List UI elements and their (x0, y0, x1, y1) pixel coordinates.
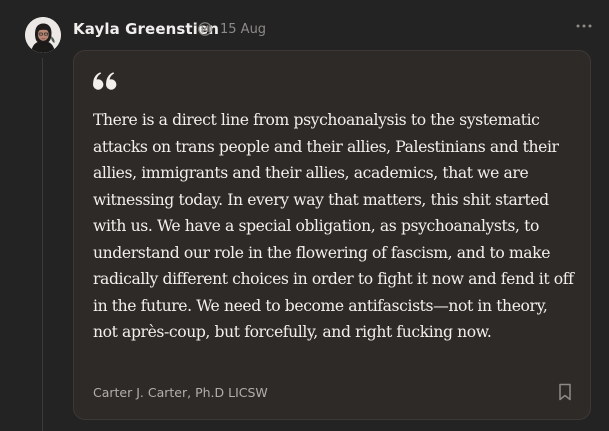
quote-attribution: Carter J. Carter, Ph.D LICSW (93, 385, 268, 400)
avatar[interactable] (25, 17, 61, 53)
subscriber-badge-icon (198, 22, 212, 36)
ellipsis-horizontal-icon[interactable] (574, 16, 594, 36)
note-page: Kayla Greenstien 15 Aug There is a direc… (0, 0, 609, 431)
profile-photo-icon (25, 17, 61, 53)
bookmark-icon[interactable] (556, 382, 574, 402)
quote-text: There is a direct line from psychoanalys… (93, 111, 574, 341)
thread-line (42, 58, 43, 431)
quote-card[interactable]: There is a direct line from psychoanalys… (73, 50, 591, 420)
post-timestamp[interactable]: 15 Aug (220, 21, 266, 39)
quote-mark-icon (93, 72, 117, 90)
